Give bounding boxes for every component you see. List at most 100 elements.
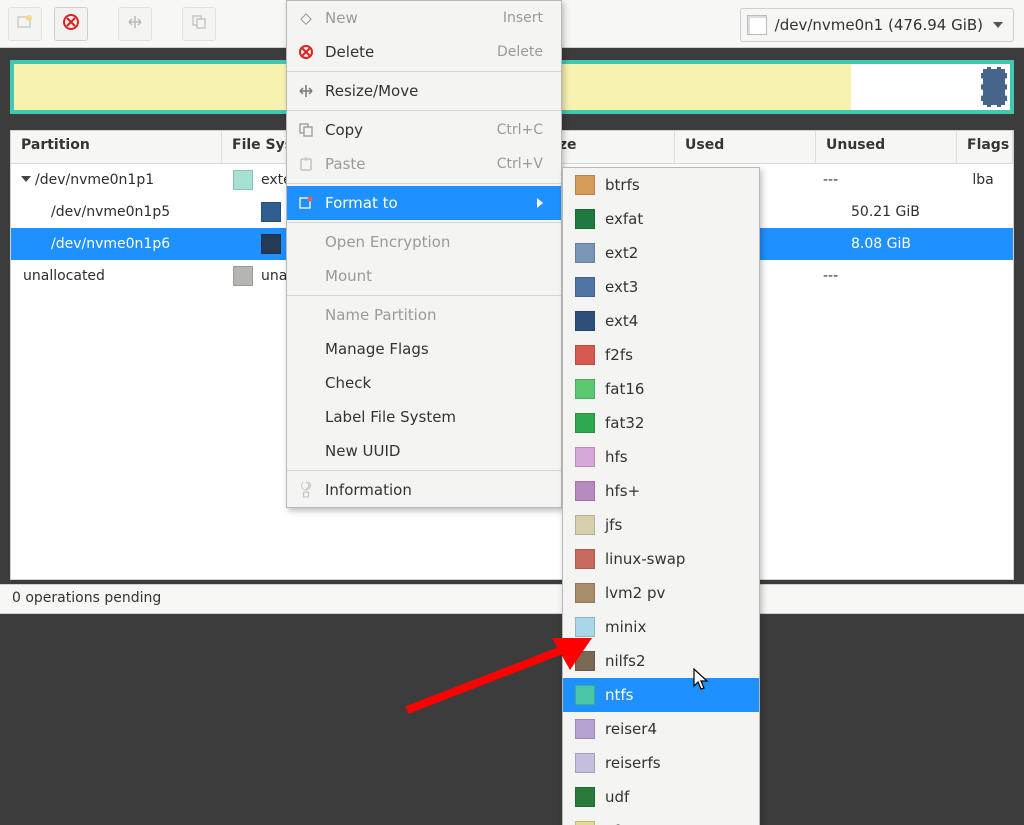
format-option-label: hfs+ (605, 482, 640, 500)
fs-color-swatch (575, 277, 595, 297)
menu-paste[interactable]: Paste Ctrl+V (287, 147, 561, 181)
toolbar-copy-button[interactable] (182, 7, 216, 41)
toolbar-resize-button[interactable] (118, 7, 152, 41)
fs-color-swatch (575, 719, 595, 739)
fs-color-swatch (575, 787, 595, 807)
copy-icon (297, 121, 315, 139)
format-option-label: hfs (605, 448, 628, 466)
format-option-label: minix (605, 618, 646, 636)
device-dropdown[interactable]: /dev/nvme0n1 (476.94 GiB) (740, 8, 1014, 42)
fs-color-swatch (233, 170, 253, 190)
format-option-label: ext4 (605, 312, 638, 330)
format-option-ext2[interactable]: ext2 (563, 236, 759, 270)
format-option-exfat[interactable]: exfat (563, 202, 759, 236)
format-option-lvm2-pv[interactable]: lvm2 pv (563, 576, 759, 610)
format-option-fat32[interactable]: fat32 (563, 406, 759, 440)
format-option-label: btrfs (605, 176, 640, 194)
format-option-jfs[interactable]: jfs (563, 508, 759, 542)
format-option-label: lvm2 pv (605, 584, 665, 602)
fs-color-swatch (575, 209, 595, 229)
resize-icon (126, 13, 144, 35)
chevron-down-icon (993, 22, 1003, 28)
format-option-ext3[interactable]: ext3 (563, 270, 759, 304)
delete-icon (62, 13, 80, 35)
fs-color-swatch (575, 515, 595, 535)
format-option-fat16[interactable]: fat16 (563, 372, 759, 406)
menu-mount[interactable]: Mount (287, 259, 561, 293)
format-option-reiser4[interactable]: reiser4 (563, 712, 759, 746)
menu-label-filesystem[interactable]: Label File System (287, 400, 561, 434)
copy-icon (190, 13, 208, 35)
format-option-f2fs[interactable]: f2fs (563, 338, 759, 372)
col-unused[interactable]: Unused (816, 131, 957, 163)
col-flags[interactable]: Flags (957, 131, 1013, 163)
menu-name-partition[interactable]: Name Partition (287, 298, 561, 332)
fs-color-swatch (261, 234, 281, 254)
flags-value: lba (953, 172, 1013, 188)
delete-icon (297, 43, 315, 61)
partition-name: /dev/nvme0n1p6 (51, 236, 170, 252)
menu-copy[interactable]: Copy Ctrl+C (287, 113, 561, 147)
format-option-hfs[interactable]: hfs (563, 440, 759, 474)
unused-value: 50.21 GiB (841, 204, 981, 220)
fs-color-swatch (575, 243, 595, 263)
menu-resize[interactable]: Resize/Move (287, 74, 561, 108)
fs-color-swatch (575, 447, 595, 467)
format-option-nilfs2[interactable]: nilfs2 (563, 644, 759, 678)
fs-color-swatch (575, 175, 595, 195)
format-option-ntfs[interactable]: ntfs (563, 678, 759, 712)
fs-color-swatch (575, 583, 595, 603)
fs-color-swatch (575, 345, 595, 365)
unused-value: 8.08 GiB (841, 236, 981, 252)
disk-icon (747, 15, 767, 35)
format-option-ext4[interactable]: ext4 (563, 304, 759, 338)
format-option-btrfs[interactable]: btrfs (563, 168, 759, 202)
format-option-minix[interactable]: minix (563, 610, 759, 644)
fs-color-swatch (575, 753, 595, 773)
format-option-label: fat16 (605, 380, 644, 398)
chevron-right-icon (537, 198, 543, 208)
menu-check[interactable]: Check (287, 366, 561, 400)
format-icon (297, 194, 315, 212)
partition-name: /dev/nvme0n1p5 (51, 204, 170, 220)
format-option-linux-swap[interactable]: linux-swap (563, 542, 759, 576)
menu-format-to[interactable]: Format to (287, 186, 561, 220)
col-partition[interactable]: Partition (11, 131, 222, 163)
fs-color-swatch (233, 266, 253, 286)
fs-color-swatch (575, 481, 595, 501)
format-option-udf[interactable]: udf (563, 780, 759, 814)
fs-color-swatch (575, 379, 595, 399)
fs-color-swatch (575, 311, 595, 331)
format-option-reiserfs[interactable]: reiserfs (563, 746, 759, 780)
col-used[interactable]: Used (675, 131, 816, 163)
format-option-label: ext3 (605, 278, 638, 296)
format-submenu: btrfs exfat ext2 ext3 ext4 f2fs fat16 fat32 hfs h… (562, 167, 760, 825)
fs-color-swatch (575, 821, 595, 825)
format-option-label: ntfs (605, 686, 633, 704)
menu-new[interactable]: ◇ New Insert (287, 1, 561, 35)
menu-manage-flags[interactable]: Manage Flags (287, 332, 561, 366)
toolbar-delete-button[interactable] (54, 7, 88, 41)
disk-usage-selected-segment (981, 67, 1007, 107)
resize-icon (297, 82, 315, 100)
new-icon: ◇ (297, 9, 315, 27)
context-menu: ◇ New Insert Delete Delete Resize/Move C… (286, 0, 562, 508)
toolbar-new-button[interactable] (8, 7, 42, 41)
app-window: { "device": {"label": "/dev/nvme0n1 (476… (0, 0, 1024, 825)
partition-name: /dev/nvme0n1p1 (35, 172, 154, 188)
fs-color-swatch (575, 549, 595, 569)
menu-information[interactable]: Information (287, 473, 561, 507)
menu-open-encryption[interactable]: Open Encryption (287, 225, 561, 259)
fs-color-swatch (575, 651, 595, 671)
format-option-label: exfat (605, 210, 643, 228)
menu-new-uuid[interactable]: New UUID (287, 434, 561, 468)
fs-color-swatch (575, 685, 595, 705)
format-option-xfs[interactable]: xfs (563, 814, 759, 825)
format-option-label: nilfs2 (605, 652, 645, 670)
format-option-label: reiserfs (605, 754, 661, 772)
device-label: /dev/nvme0n1 (476.94 GiB) (775, 16, 983, 34)
format-option-hfs+[interactable]: hfs+ (563, 474, 759, 508)
format-option-label: fat32 (605, 414, 644, 432)
format-option-label: f2fs (605, 346, 633, 364)
menu-delete[interactable]: Delete Delete (287, 35, 561, 69)
